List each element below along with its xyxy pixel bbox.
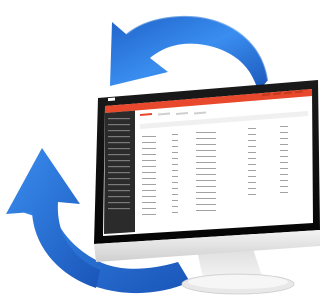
monitor	[94, 80, 320, 295]
app-logo	[108, 97, 115, 102]
